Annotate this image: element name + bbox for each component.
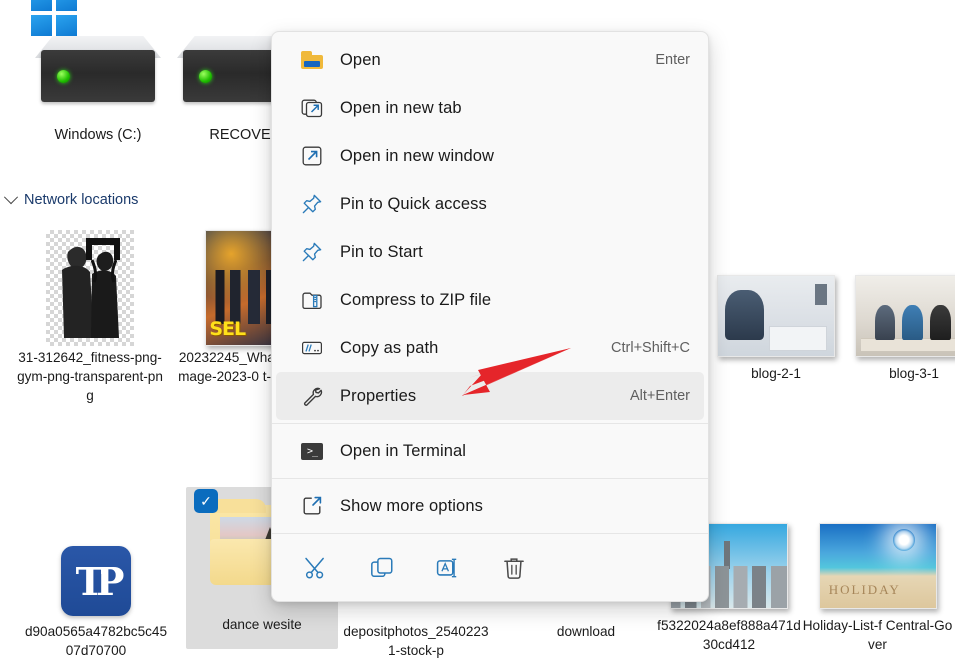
file-name: dance wesite [222, 617, 302, 632]
pin-icon [298, 238, 326, 266]
menu-item-properties[interactable]: Properties Alt+Enter [276, 372, 704, 420]
selection-checkmark-icon[interactable]: ✓ [194, 489, 218, 513]
menu-item-label: Open in new window [340, 146, 495, 165]
scissors-icon [303, 555, 329, 584]
file-name: d90a0565a4782bc5c4507d70700 [24, 624, 168, 658]
copy-button[interactable] [362, 549, 402, 589]
menu-item-label: Open in new tab [340, 98, 462, 117]
trash-icon [501, 555, 527, 584]
file-thumbnail: HOLIDAY [800, 516, 955, 616]
list-item[interactable]: blog-3-1 [838, 268, 955, 383]
file-name: f5322024a8ef888a471d30cd412 [657, 618, 801, 652]
menu-item-label: Show more options [340, 496, 483, 515]
menu-item-pin-to-start[interactable]: Pin to Start [276, 228, 704, 276]
cut-button[interactable] [296, 549, 336, 589]
menu-item-open-in-new-tab[interactable]: Open in new tab [276, 84, 704, 132]
folder-icon [298, 46, 326, 74]
zip-icon [298, 286, 326, 314]
menu-item-open[interactable]: Open Enter [276, 36, 704, 84]
file-thumbnail [700, 268, 852, 364]
team-photo-icon [855, 275, 955, 357]
rename-icon [435, 555, 461, 584]
menu-item-label: Open in Terminal [340, 441, 467, 460]
office-photo-icon [717, 275, 835, 357]
file-name: download [556, 624, 616, 639]
rename-button[interactable] [428, 549, 468, 589]
section-header-label: Network locations [24, 192, 139, 208]
menu-item-label: Compress to ZIP file [340, 290, 492, 309]
open-new-window-icon [298, 142, 326, 170]
file-name: blog-2-1 [751, 366, 801, 381]
menu-item-label: Copy as path [340, 338, 439, 357]
drive-led-icon [199, 70, 212, 83]
list-item[interactable]: 31-312642_fitness-png-gym-png-transparen… [14, 228, 166, 405]
screen: Windows (C:) RECOVE Network locations 31… [0, 0, 955, 669]
menu-item-accelerator: Enter [655, 52, 690, 68]
menu-item-label: Properties [340, 386, 417, 405]
app-icon: TP [61, 546, 131, 616]
menu-item-copy-as-path[interactable]: Copy as path Ctrl+Shift+C [276, 324, 704, 372]
show-more-options-icon [298, 492, 326, 520]
file-name: depositphotos_25402231-stock-p [343, 624, 489, 658]
drive-tile-windows-c[interactable]: Windows (C:) [18, 0, 178, 144]
menu-item-pin-to-quick-access[interactable]: Pin to Quick access [276, 180, 704, 228]
menu-item-accelerator: Alt+Enter [629, 388, 690, 404]
drive-led-icon [57, 70, 70, 83]
context-menu[interactable]: Open Enter Open in new tab Open in new w… [271, 31, 709, 602]
menu-item-show-more-options[interactable]: Show more options [276, 482, 704, 530]
file-name: blog-3-1 [889, 366, 939, 381]
copy-path-icon [298, 334, 326, 362]
list-item[interactable]: HOLIDAY Holiday-List-f Central-Gover [800, 516, 955, 654]
menu-item-open-in-new-window[interactable]: Open in new window [276, 132, 704, 180]
file-name: 31-312642_fitness-png-gym-png-transparen… [17, 350, 163, 403]
wrench-icon [298, 382, 326, 410]
list-item[interactable]: blog-2-1 [700, 268, 852, 383]
pin-icon [298, 190, 326, 218]
terminal-icon: >_ [298, 437, 326, 465]
menu-item-label: Open [340, 50, 381, 69]
list-item[interactable]: TP d90a0565a4782bc5c4507d70700 [20, 540, 172, 660]
hard-drive-icon [23, 0, 173, 122]
section-header-network-locations[interactable]: Network locations [3, 190, 139, 208]
file-thumbnail [14, 228, 166, 348]
chevron-down-icon[interactable] [3, 190, 19, 205]
menu-item-accelerator: Ctrl+Shift+C [611, 340, 690, 356]
copy-icon [369, 555, 395, 584]
menu-item-label: Pin to Quick access [340, 194, 487, 213]
menu-item-open-in-terminal[interactable]: >_ Open in Terminal [276, 427, 704, 475]
menu-separator [272, 423, 708, 424]
drive-label: Windows (C:) [54, 127, 142, 143]
gym-figure-icon [62, 238, 120, 338]
open-new-tab-icon [298, 94, 326, 122]
menu-item-label: Pin to Start [340, 242, 423, 261]
file-thumbnail [838, 268, 955, 364]
delete-button[interactable] [494, 549, 534, 589]
windows-logo-icon [31, 0, 77, 36]
file-thumbnail: TP [20, 540, 172, 622]
menu-item-compress-to-zip[interactable]: Compress to ZIP file [276, 276, 704, 324]
file-name: Holiday-List-f Central-Gover [802, 618, 953, 652]
menu-separator [272, 533, 708, 534]
beach-photo-icon: HOLIDAY [818, 523, 937, 609]
context-menu-action-bar [272, 537, 708, 601]
menu-separator [272, 478, 708, 479]
transparent-image-icon [46, 230, 134, 346]
